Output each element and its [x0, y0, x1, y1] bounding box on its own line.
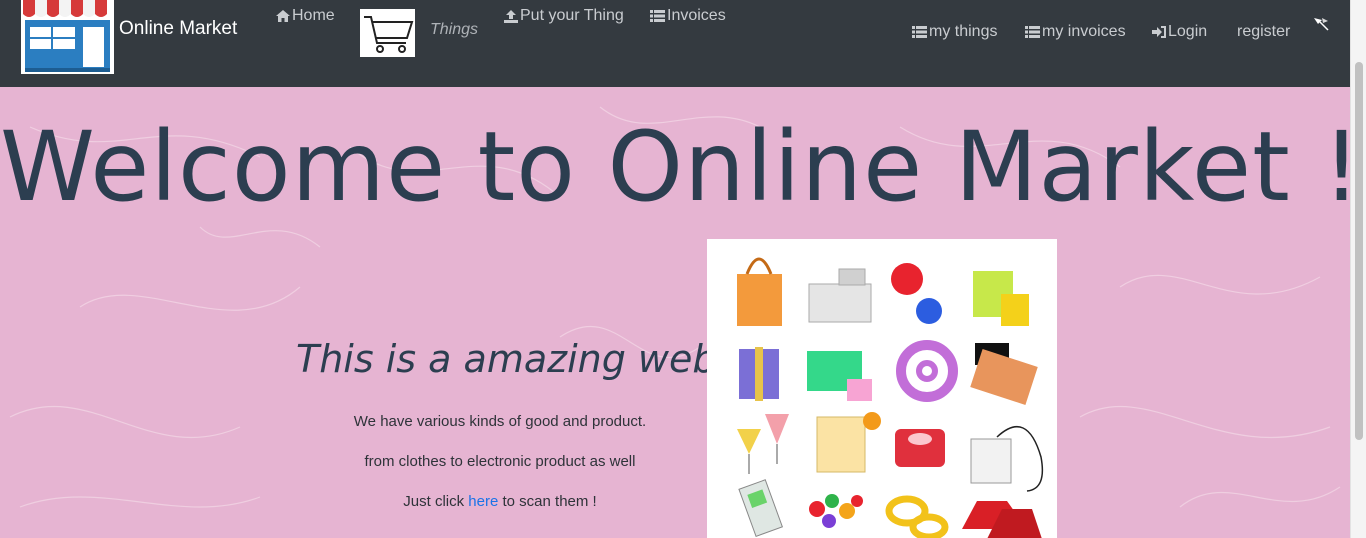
- page-scrollbar[interactable]: [1350, 0, 1366, 538]
- nav-my-invoices-link[interactable]: my invoices: [1025, 23, 1126, 41]
- flag-icon[interactable]: [1312, 16, 1330, 36]
- nav-home-label: Home: [292, 7, 335, 24]
- nav-my-things-link[interactable]: my things: [912, 23, 997, 41]
- nav-my-invoices-label: my invoices: [1042, 23, 1126, 40]
- nav-invoices-link[interactable]: Invoices: [650, 7, 726, 25]
- description-line-3: Just click here to scan them !: [290, 493, 710, 510]
- sign-in-icon: [1152, 26, 1166, 38]
- nav-login-link[interactable]: Login: [1152, 23, 1207, 41]
- description-line-2: from clothes to electronic product as we…: [364, 453, 636, 470]
- nav-home-link[interactable]: Home: [276, 7, 335, 25]
- nav-put-thing-label: Put your Thing: [520, 7, 624, 24]
- nav-register-link[interactable]: register: [1237, 23, 1290, 41]
- top-navbar: Online Market Home Things Put your Thing…: [0, 0, 1350, 87]
- scan-here-link[interactable]: here: [468, 493, 498, 510]
- nav-login-label: Login: [1168, 23, 1208, 40]
- description-line-3-suffix: to scan them !: [498, 493, 597, 510]
- nav-put-thing-link[interactable]: Put your Thing: [504, 7, 624, 25]
- list-icon: [912, 26, 927, 38]
- products-illustration: [707, 239, 1057, 538]
- home-icon: [276, 10, 290, 22]
- list-icon: [650, 10, 665, 22]
- gift-box-icon: [739, 347, 779, 401]
- ring-box-icon: [895, 429, 945, 467]
- brand-name[interactable]: Online Market: [119, 18, 237, 40]
- page-title: Welcome to Online Market !!: [0, 111, 1350, 223]
- tagline: This is a amazing web!!: [296, 337, 747, 381]
- description-line-3-prefix: Just click: [403, 493, 469, 510]
- nav-my-things-label: my things: [929, 23, 998, 40]
- nav-invoices-label: Invoices: [667, 7, 726, 24]
- list-icon: [1025, 26, 1040, 38]
- description-line-1: We have various kinds of good and produc…: [353, 413, 647, 430]
- store-logo-icon[interactable]: [21, 0, 114, 74]
- hero-section: Welcome to Online Market !! This is a am…: [0, 87, 1350, 538]
- cart-icon[interactable]: [360, 9, 415, 57]
- nav-things-link[interactable]: Things: [430, 21, 478, 39]
- upload-icon: [504, 9, 518, 23]
- scrollbar-thumb[interactable]: [1355, 62, 1363, 440]
